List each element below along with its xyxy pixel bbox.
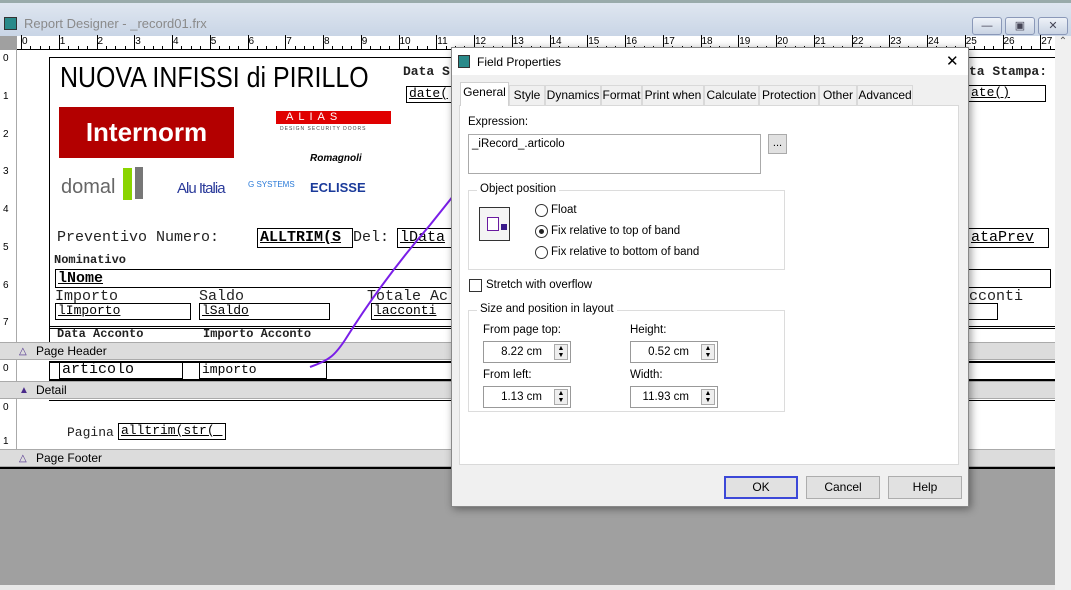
from-top-value: 8.22 cm: [501, 346, 542, 358]
tab-other[interactable]: Other: [819, 85, 857, 105]
dialog-close-button[interactable]: ✕: [946, 52, 959, 70]
expression-label: Expression:: [468, 116, 529, 128]
float-radio[interactable]: [535, 204, 548, 217]
spinner-arrows-icon[interactable]: ▲ ▼: [554, 344, 568, 360]
dialog-icon: [458, 55, 470, 68]
from-left-spinner[interactable]: 1.13 cm ▲ ▼: [483, 386, 571, 408]
expression-input[interactable]: _iRecord_.articolo: [468, 134, 761, 174]
spinner-arrows-icon[interactable]: ▲ ▼: [554, 389, 568, 405]
tab-general[interactable]: General: [460, 82, 509, 106]
fix-bottom-label: Fix relative to bottom of band: [551, 246, 700, 258]
fix-bottom-radio[interactable]: [535, 246, 548, 259]
size-position-label: Size and position in layout: [477, 303, 617, 315]
from-left-label: From left:: [483, 369, 532, 381]
width-value: 11.93 cm: [642, 391, 689, 403]
width-label: Width:: [630, 369, 663, 381]
object-position-group: Object position Float Fix relative to to…: [468, 183, 785, 270]
tab-panel-general: Expression: _iRecord_.articolo ... Objec…: [459, 105, 959, 465]
dialog-title-bar: Field Properties ✕: [452, 48, 968, 75]
dialog-title: Field Properties: [477, 55, 562, 69]
tab-protection[interactable]: Protection: [759, 85, 819, 105]
expression-builder-button[interactable]: ...: [768, 134, 787, 154]
height-value: 0.52 cm: [648, 346, 689, 358]
from-top-spinner[interactable]: 8.22 cm ▲ ▼: [483, 341, 571, 363]
width-spinner[interactable]: 11.93 cm ▲ ▼: [630, 386, 718, 408]
stretch-checkbox[interactable]: [469, 279, 482, 292]
tab-calculate[interactable]: Calculate: [704, 85, 759, 105]
object-position-label: Object position: [477, 183, 560, 195]
spinner-arrows-icon[interactable]: ▲ ▼: [701, 344, 715, 360]
size-position-group: Size and position in layout From page to…: [468, 303, 785, 412]
stretch-label: Stretch with overflow: [486, 279, 593, 291]
from-left-value: 1.13 cm: [501, 391, 542, 403]
height-label: Height:: [630, 324, 667, 336]
cancel-button[interactable]: Cancel: [806, 476, 880, 499]
tab-advanced[interactable]: Advanced: [857, 85, 913, 105]
field-properties-dialog: Field Properties ✕ General Style Dynamics F…: [451, 47, 969, 507]
help-button[interactable]: Help: [888, 476, 962, 499]
float-label: Float: [551, 204, 577, 216]
tab-print-when[interactable]: Print when: [642, 85, 704, 105]
position-lock-icon: [479, 207, 510, 241]
tab-format[interactable]: Format: [601, 85, 642, 105]
fix-top-label: Fix relative to top of band: [551, 225, 681, 237]
spinner-arrows-icon[interactable]: ▲ ▼: [701, 389, 715, 405]
tab-style[interactable]: Style: [509, 85, 545, 105]
tab-dynamics[interactable]: Dynamics: [545, 85, 601, 105]
ok-button[interactable]: OK: [724, 476, 798, 499]
from-top-label: From page top:: [483, 324, 561, 336]
height-spinner[interactable]: 0.52 cm ▲ ▼: [630, 341, 718, 363]
fix-top-radio[interactable]: [535, 225, 548, 238]
